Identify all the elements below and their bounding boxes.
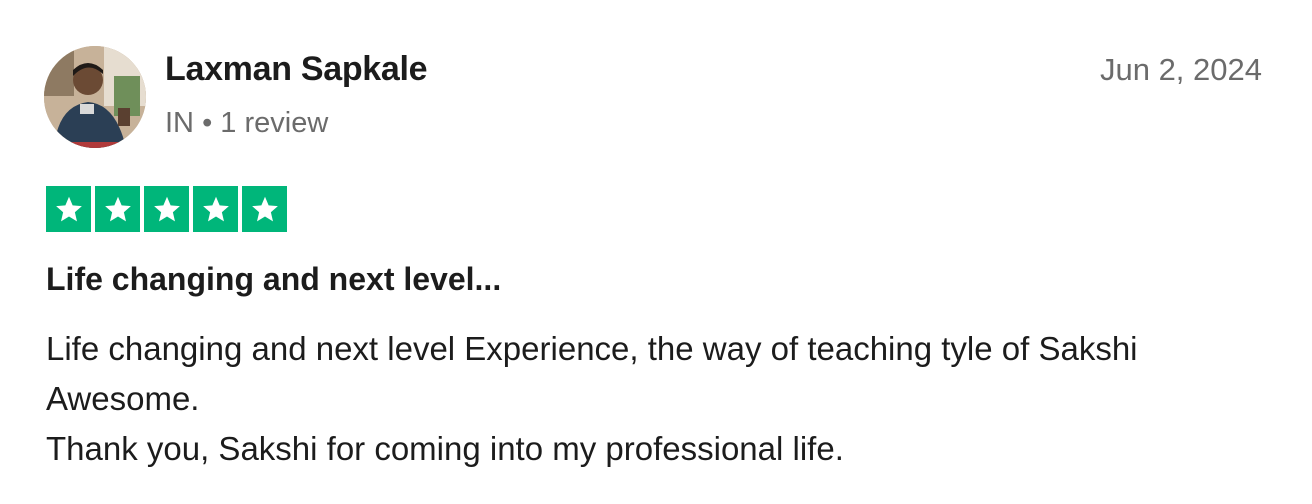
review-body-paragraph-1: Life changing and next level Experience,… [46, 330, 1138, 417]
star-icon [202, 196, 229, 222]
star-icon [153, 196, 180, 222]
avatar-photo [44, 46, 146, 148]
review-date: Jun 2, 2024 [1099, 52, 1262, 87]
reviewer-name[interactable]: Laxman Sapkale [165, 50, 428, 89]
star-icon [55, 196, 82, 222]
avatar[interactable] [44, 46, 146, 148]
star-3 [144, 186, 189, 232]
reviewer-country: IN [165, 107, 194, 139]
reviewer-meta: IN • 1 review [165, 107, 328, 140]
star-icon [251, 196, 278, 222]
reviewer-review-count[interactable]: 1 review [220, 107, 328, 139]
star-icon [104, 196, 131, 222]
star-rating [46, 186, 287, 232]
review-card: Laxman Sapkale IN • 1 review Jun 2, 2024… [0, 0, 1312, 504]
star-2 [95, 186, 140, 232]
meta-separator: • [202, 107, 213, 139]
review-title[interactable]: Life changing and next level... [46, 261, 501, 298]
star-5 [242, 186, 287, 232]
review-body-paragraph-2: Thank you, Sakshi for coming into my pro… [46, 430, 844, 467]
star-4 [193, 186, 238, 232]
star-1 [46, 186, 91, 232]
review-body: Life changing and next level Experience,… [46, 324, 1266, 474]
